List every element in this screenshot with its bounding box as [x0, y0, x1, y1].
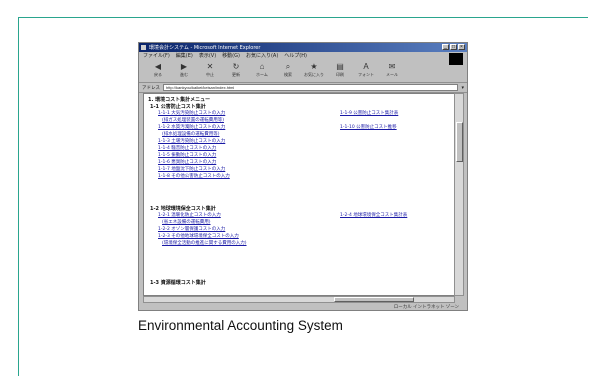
toolbar-button-refresh[interactable]: ↻ 更新	[223, 60, 249, 82]
menu-link[interactable]: 1-1-6 悪臭防止コストの入力	[158, 159, 216, 165]
toolbar-label: 検索	[284, 72, 292, 77]
back-icon: ◀	[154, 62, 162, 71]
toolbar-label: ホーム	[256, 72, 268, 77]
menu-view[interactable]: 表示(V)	[199, 52, 216, 60]
vertical-scrollbar[interactable]	[454, 93, 464, 296]
toolbar-label: 印刷	[336, 72, 344, 77]
menu-link[interactable]: (排ガス処理装置の運転費用等)	[162, 117, 224, 123]
horizontal-scrollbar[interactable]	[143, 296, 455, 303]
status-zone: ローカル イントラネット ゾーン	[393, 304, 459, 309]
toolbar-label: お気に入り	[304, 72, 324, 77]
menu-go[interactable]: 移動(G)	[222, 52, 240, 60]
vertical-scroll-thumb[interactable]	[456, 122, 463, 162]
menu-link[interactable]: 1-1-2 水質汚濁防止コストの入力	[158, 124, 225, 130]
toolbar-button-stop[interactable]: ✕ 中止	[197, 60, 223, 82]
toolbar-label: 中止	[206, 72, 214, 77]
browser-window: 環境会計システム - Microsoft Internet Explorer _…	[138, 42, 468, 311]
address-dropdown-icon[interactable]: ▾	[461, 85, 464, 91]
section-title: 1-2 地球環境保全コスト集計	[150, 206, 216, 212]
window-title: 環境会計システム - Microsoft Internet Explorer	[149, 45, 261, 51]
menu-link[interactable]: 1-1-3 土壌汚染防止コストの入力	[158, 138, 225, 144]
minimize-button[interactable]: _	[442, 44, 449, 50]
toolbar-button-back[interactable]: ◀ 戻る	[145, 60, 171, 82]
toolbar-button-print[interactable]: ▤ 印刷	[327, 60, 353, 82]
print-icon: ▤	[336, 62, 344, 71]
ie-logo-icon	[449, 53, 463, 65]
home-icon: ⌂	[259, 62, 265, 71]
menu-help[interactable]: ヘルプ(H)	[284, 52, 307, 60]
toolbar-button-font[interactable]: A フォント	[353, 60, 379, 82]
toolbar-button-home[interactable]: ⌂ ホーム	[249, 60, 275, 82]
toolbar-label: メール	[386, 72, 398, 77]
content-heading: 1. 環境コスト集計メニュー	[148, 97, 211, 103]
menu-link[interactable]: 1-1-5 振動防止コストの入力	[158, 152, 216, 158]
menu-link[interactable]: (省エネ設備の運転費用)	[162, 219, 211, 225]
close-button[interactable]: ×	[458, 44, 465, 50]
menu-file[interactable]: ファイル(F)	[143, 52, 170, 60]
toolbar-label: 進む	[180, 72, 188, 77]
figure-caption: Environmental Accounting System	[138, 318, 343, 333]
menu-edit[interactable]: 編集(E)	[176, 52, 193, 60]
address-bar: アドレス http://kankyou/kaikei/keisan/index.…	[139, 83, 467, 93]
menu-favorites[interactable]: お気に入り(A)	[246, 52, 278, 60]
menu-link[interactable]: 1-1-1 大気汚染防止コストの入力	[158, 110, 225, 116]
side-link[interactable]: 1-2-4 地球環境保全コスト集計表	[340, 212, 407, 218]
menu-link[interactable]: 1-2-3 その他地球環境保全コストの入力	[158, 233, 239, 239]
menu-link[interactable]: 1-1-4 騒音防止コストの入力	[158, 145, 216, 151]
maximize-button[interactable]: □	[450, 44, 457, 50]
refresh-icon: ↻	[232, 62, 240, 71]
toolbar-button-forward[interactable]: ▶ 進む	[171, 60, 197, 82]
toolbar-label: フォント	[358, 72, 374, 77]
search-icon: ⌕	[285, 62, 291, 71]
toolbar: ◀ 戻る ▶ 進む ✕ 中止 ↻ 更新 ⌂ ホーム ⌕ 検索 ★ お気に入り ▤ 印刷 A フォント ✉ メール	[139, 60, 467, 83]
section-title: 1-1 公害防止コスト集計	[150, 104, 206, 110]
status-bar: ローカル イントラネット ゾーン	[141, 303, 465, 310]
menu-link[interactable]: 1-2-2 オゾン層保護コストの入力	[158, 226, 225, 232]
horizontal-scroll-thumb[interactable]	[334, 297, 414, 302]
font-icon: A	[363, 62, 369, 71]
side-link[interactable]: 1-1-9 公害防止コスト集計表	[340, 110, 398, 116]
side-link[interactable]: 1-1-10 公害防止コスト推移	[340, 124, 397, 130]
stop-icon: ✕	[206, 62, 214, 71]
ie-icon	[141, 45, 146, 50]
menu-bar: ファイル(F) 編集(E) 表示(V) 移動(G) お気に入り(A) ヘルプ(H…	[139, 52, 467, 65]
address-label: アドレス	[142, 84, 160, 90]
menu-link[interactable]: (環境保全活動の推進に関する費用の入力)	[162, 240, 247, 246]
page-content: 1. 環境コスト集計メニュー 1-1 公害防止コスト集計 1-1-1 大気汚染防止コ…	[143, 93, 455, 296]
toolbar-button-search[interactable]: ⌕ 検索	[275, 60, 301, 82]
menu-link[interactable]: 1-1-7 地盤沈下防止コストの入力	[158, 166, 225, 172]
menu-link[interactable]: 1-1-8 その他公害防止コストの入力	[158, 173, 230, 179]
toolbar-button-favorites[interactable]: ★ お気に入り	[301, 60, 327, 82]
mail-icon: ✉	[388, 62, 396, 71]
toolbar-label: 戻る	[154, 72, 162, 77]
favorites-icon: ★	[310, 62, 318, 71]
toolbar-button-mail[interactable]: ✉ メール	[379, 60, 405, 82]
menu-link[interactable]: (排水処理設備の運転費用等)	[162, 131, 220, 137]
title-bar: 環境会計システム - Microsoft Internet Explorer _…	[139, 43, 467, 52]
toolbar-label: 更新	[232, 72, 240, 77]
address-input[interactable]: http://kankyou/kaikei/keisan/index.html	[163, 84, 459, 91]
menu-link[interactable]: 1-2-1 温暖化防止コストの入力	[158, 212, 221, 218]
forward-icon: ▶	[180, 62, 188, 71]
section-title: 1-3 資源循環コスト集計	[150, 280, 206, 286]
